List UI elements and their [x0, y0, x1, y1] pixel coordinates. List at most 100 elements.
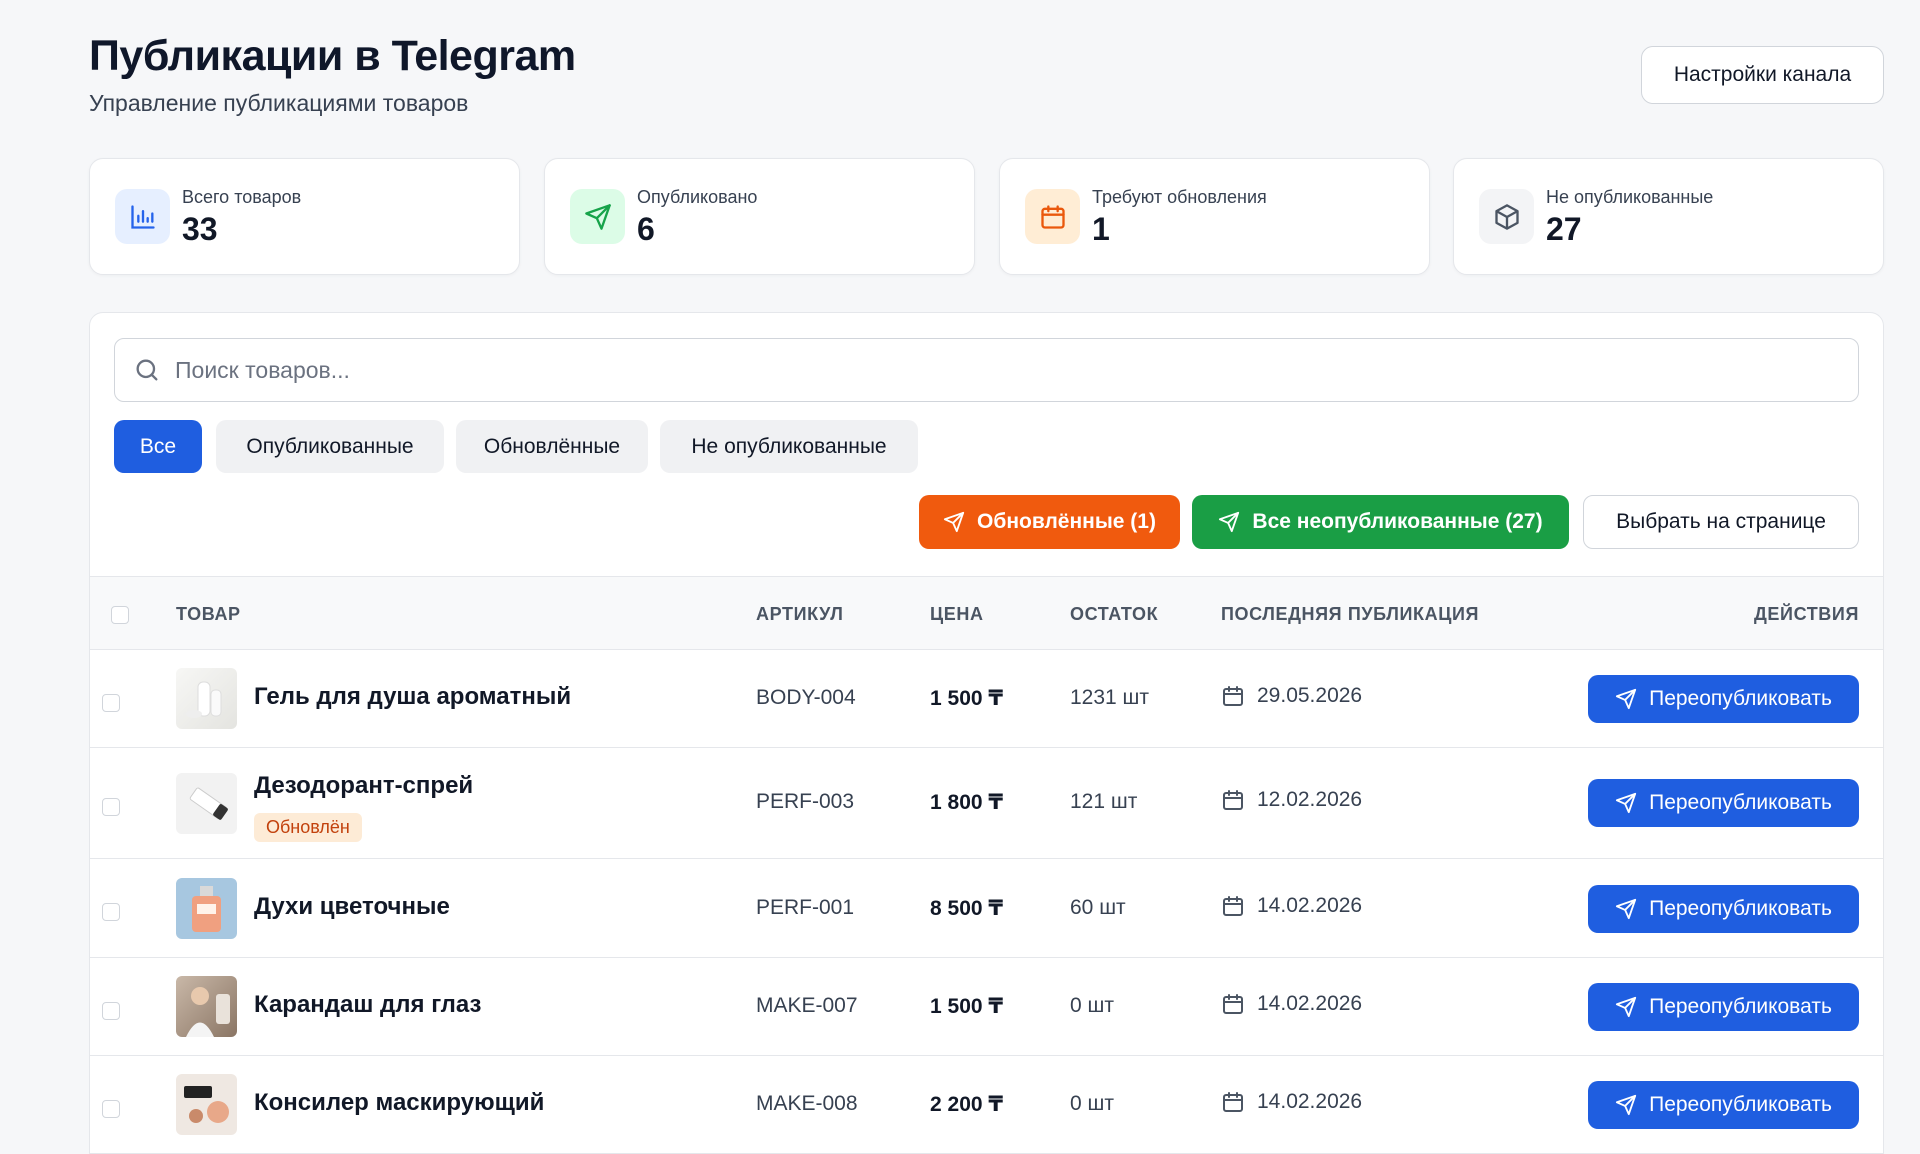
stat-label: Опубликовано	[637, 187, 758, 207]
stat-value: 33	[182, 211, 218, 247]
last-publication-date: 14.02.2026	[1221, 992, 1362, 1016]
product-sku: PERF-003	[756, 790, 855, 813]
filter-tab-all[interactable]: Все	[114, 420, 202, 473]
row-checkbox[interactable]	[102, 798, 120, 816]
table-row: Карандаш для глаз MAKE-007 1 500 ₸ 0 шт …	[90, 958, 1883, 1056]
search-input[interactable]	[175, 356, 1775, 384]
date-text: 14.02.2026	[1257, 992, 1363, 1015]
publish-all-unpublished-label: Все неопубликованные (27)	[1252, 510, 1543, 533]
product-stock: 0 шт	[1070, 1092, 1114, 1115]
last-publication-date: 12.02.2026	[1221, 788, 1362, 812]
send-icon	[1616, 688, 1637, 710]
product-stock: 60 шт	[1070, 896, 1126, 919]
stat-label: Требуют обновления	[1092, 187, 1267, 207]
page-subtitle: Управление публикациями товаров	[89, 90, 469, 116]
table-row: Дезодорант-спрей Обновлён PERF-003 1 800…	[90, 748, 1883, 859]
product-price: 2 200 ₸	[930, 1093, 1003, 1116]
stat-card-published: Опубликовано 6	[544, 158, 975, 275]
column-product: ТОВАР	[176, 604, 241, 624]
column-sku: АРТИКУЛ	[756, 604, 844, 624]
calendar-icon	[1025, 189, 1080, 244]
table-row: Духи цветочные PERF-001 8 500 ₸ 60 шт 14…	[90, 859, 1883, 958]
select-page-button[interactable]: Выбрать на странице	[1583, 495, 1859, 549]
page-header: Публикации в Telegram Управление публика…	[89, 30, 576, 117]
product-thumbnail	[176, 976, 237, 1037]
date-text: 14.02.2026	[1257, 1090, 1363, 1113]
product-price: 1 500 ₸	[930, 995, 1003, 1018]
date-text: 12.02.2026	[1257, 788, 1363, 811]
search-box[interactable]	[114, 338, 1859, 402]
publish-updated-button[interactable]: Обновлённые (1)	[919, 495, 1180, 549]
stat-value: 1	[1092, 211, 1110, 247]
column-actions: ДЕЙСТВИЯ	[1754, 604, 1859, 624]
product-price: 1 500 ₸	[930, 687, 1003, 710]
stat-card-unpublished: Не опубликованные 27	[1453, 158, 1884, 275]
filter-tab-updated[interactable]: Обновлённые	[456, 420, 648, 473]
date-text: 14.02.2026	[1257, 894, 1363, 917]
product-thumbnail	[176, 1074, 237, 1135]
send-icon	[1219, 511, 1240, 533]
product-price: 1 800 ₸	[930, 791, 1003, 814]
republish-button[interactable]: Переопубликовать	[1588, 885, 1859, 933]
filter-tab-unpublished[interactable]: Не опубликованные	[660, 420, 918, 473]
send-icon	[570, 189, 625, 244]
product-sku: BODY-004	[756, 686, 856, 709]
bar-chart-icon	[115, 189, 170, 244]
calendar-icon	[1223, 1092, 1243, 1112]
product-price: 8 500 ₸	[930, 897, 1003, 920]
stat-label: Всего товаров	[182, 187, 302, 207]
channel-settings-button[interactable]: Настройки канала	[1641, 46, 1884, 104]
product-stock: 0 шт	[1070, 994, 1114, 1017]
table-row: Гель для душа ароматный BODY-004 1 500 ₸…	[90, 650, 1883, 748]
republish-button[interactable]: Переопубликовать	[1588, 675, 1859, 723]
product-stock: 1231 шт	[1070, 686, 1150, 709]
row-checkbox[interactable]	[102, 694, 120, 712]
table-header: ТОВАР АРТИКУЛ ЦЕНА ОСТАТОК ПОСЛЕДНЯЯ ПУБ…	[90, 576, 1883, 650]
product-sku: MAKE-007	[756, 994, 858, 1017]
calendar-icon	[1223, 896, 1243, 916]
filter-tab-published[interactable]: Опубликованные	[216, 420, 444, 473]
product-name: Карандаш для глаз	[254, 991, 482, 1018]
search-icon	[136, 359, 158, 381]
stat-value: 6	[637, 211, 655, 247]
stat-card-needs-update: Требуют обновления 1	[999, 158, 1430, 275]
send-icon	[943, 511, 965, 533]
select-all-checkbox[interactable]	[111, 606, 129, 624]
product-sku: MAKE-008	[756, 1092, 858, 1115]
republish-button[interactable]: Переопубликовать	[1588, 983, 1859, 1031]
product-thumbnail	[176, 773, 237, 834]
republish-label: Переопубликовать	[1649, 687, 1832, 710]
stat-label: Не опубликованные	[1546, 187, 1714, 207]
republish-button[interactable]: Переопубликовать	[1588, 779, 1859, 827]
last-publication-date: 14.02.2026	[1221, 1090, 1362, 1114]
republish-label: Переопубликовать	[1649, 897, 1832, 920]
row-checkbox[interactable]	[102, 903, 120, 921]
product-stock: 121 шт	[1070, 790, 1138, 813]
column-last-publication: ПОСЛЕДНЯЯ ПУБЛИКАЦИЯ	[1221, 604, 1480, 624]
publish-updated-label: Обновлённые (1)	[977, 510, 1156, 533]
row-checkbox[interactable]	[102, 1002, 120, 1020]
republish-label: Переопубликовать	[1649, 791, 1832, 814]
calendar-icon	[1223, 994, 1243, 1014]
product-name: Консилер маскирующий	[254, 1089, 545, 1116]
send-icon	[1616, 1094, 1637, 1116]
column-stock: ОСТАТОК	[1070, 604, 1159, 624]
calendar-icon	[1223, 790, 1243, 810]
package-icon	[1479, 189, 1534, 244]
product-name: Духи цветочные	[254, 893, 450, 920]
column-price: ЦЕНА	[930, 604, 984, 624]
product-name: Гель для душа ароматный	[254, 683, 572, 710]
row-checkbox[interactable]	[102, 1100, 120, 1118]
send-icon	[1616, 792, 1637, 814]
date-text: 29.05.2026	[1257, 684, 1363, 707]
republish-label: Переопубликовать	[1649, 995, 1832, 1018]
last-publication-date: 14.02.2026	[1221, 894, 1362, 918]
product-sku: PERF-001	[756, 896, 855, 919]
product-thumbnail	[176, 878, 237, 939]
publish-all-unpublished-button[interactable]: Все неопубликованные (27)	[1192, 495, 1569, 549]
calendar-icon	[1223, 686, 1243, 706]
republish-button[interactable]: Переопубликовать	[1588, 1081, 1859, 1129]
updated-badge: Обновлён	[254, 813, 362, 842]
last-publication-date: 29.05.2026	[1221, 684, 1362, 708]
products-panel: Все Опубликованные Обновлённые Не опубли…	[89, 312, 1884, 1154]
